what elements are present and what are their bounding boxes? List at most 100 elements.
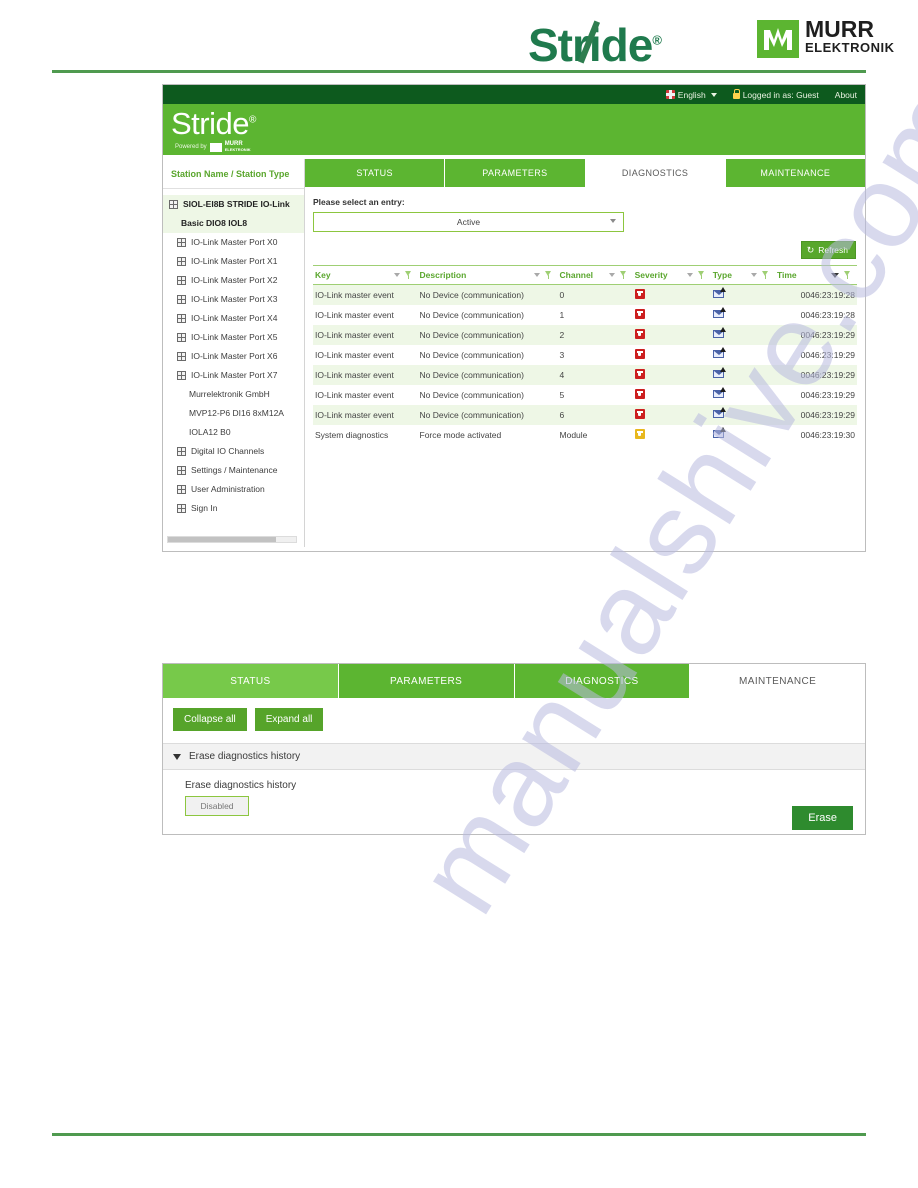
- column-header-severity[interactable]: Severity: [632, 265, 711, 285]
- sidebar-item-port-x1[interactable]: IO-Link Master Port X1: [163, 252, 304, 271]
- table-row[interactable]: IO-Link master event No Device (communic…: [313, 325, 857, 345]
- tab-maintenance[interactable]: MAINTENANCE: [690, 664, 865, 698]
- tab-parameters[interactable]: PARAMETERS: [338, 664, 515, 698]
- sidebar-item-vendor[interactable]: Murrelektronik GmbH: [163, 385, 304, 404]
- entry-select[interactable]: Active: [313, 212, 624, 232]
- filter-icon[interactable]: [844, 271, 851, 279]
- sidebar-item-user-administration[interactable]: User Administration: [163, 480, 304, 499]
- column-header-time[interactable]: Time: [774, 265, 857, 285]
- tab-diagnostics[interactable]: DIAGNOSTICS: [585, 159, 726, 187]
- sidebar-item-digital-io-channels[interactable]: Digital IO Channels: [163, 442, 304, 461]
- table-body: IO-Link master event No Device (communic…: [313, 284, 857, 446]
- cell-key: IO-Link master event: [313, 405, 418, 425]
- language-selector[interactable]: English: [665, 90, 717, 100]
- cell-severity: [633, 305, 711, 325]
- refresh-button[interactable]: ↻ Refresh: [800, 241, 856, 259]
- murr-logo: MURR ELEKTRONIK: [757, 18, 894, 60]
- module-icon: [177, 485, 186, 494]
- sidebar-item-port-x3[interactable]: IO-Link Master Port X3: [163, 290, 304, 309]
- cell-type: [711, 425, 775, 445]
- sidebar-item-device-variant[interactable]: IOLA12 B0: [163, 423, 304, 442]
- sidebar-item-device-model[interactable]: MVP12-P6 DI16 8xM12A: [163, 404, 304, 423]
- accordion-erase-diagnostics-history[interactable]: Erase diagnostics history: [163, 743, 865, 770]
- filter-icon[interactable]: [697, 271, 705, 279]
- sidebar-item-port-x6[interactable]: IO-Link Master Port X6: [163, 347, 304, 366]
- expand-all-button[interactable]: Expand all: [254, 708, 324, 731]
- collapse-all-button[interactable]: Collapse all: [173, 708, 247, 731]
- module-icon: [177, 371, 186, 380]
- tab-diagnostics[interactable]: DIAGNOSTICS: [514, 664, 691, 698]
- column-header-type[interactable]: Type: [710, 265, 775, 285]
- sidebar-item-port-x4[interactable]: IO-Link Master Port X4: [163, 309, 304, 328]
- tab-status[interactable]: STATUS: [163, 664, 339, 698]
- table-header: Key Description Channel Severity Type Ti…: [313, 265, 857, 285]
- cell-channel: Module: [559, 430, 588, 440]
- table-row[interactable]: System diagnostics Force mode activated …: [313, 425, 857, 445]
- erase-button[interactable]: Erase: [792, 806, 853, 830]
- entry-select-value: Active: [456, 217, 481, 227]
- sort-arrow-icon[interactable]: [608, 273, 615, 277]
- accordion-body: Erase diagnostics history Disabled Erase: [163, 770, 865, 830]
- column-label: Type: [712, 270, 732, 280]
- cell-description: No Device (communication): [419, 350, 524, 360]
- cell-channel: 0: [557, 284, 633, 305]
- event-icon: [712, 387, 726, 398]
- sort-arrow-icon[interactable]: [393, 273, 400, 277]
- severity-warning-icon: [634, 429, 645, 439]
- column-header-description[interactable]: Description: [417, 265, 558, 285]
- sidebar-header: Station Name / Station Type: [163, 159, 304, 189]
- tab-label: STATUS: [230, 675, 271, 687]
- sort-arrow-icon[interactable]: [533, 273, 540, 277]
- sidebar-item-settings-maintenance[interactable]: Settings / Maintenance: [163, 461, 304, 480]
- erase-state-field[interactable]: Disabled: [185, 796, 249, 816]
- sidebar-item-port-x7[interactable]: IO-Link Master Port X7: [163, 366, 304, 385]
- erase-button-label: Erase: [808, 812, 837, 824]
- sidebar-item-station-type[interactable]: Basic DIO8 IOL8: [163, 214, 304, 233]
- sidebar-item-sign-in[interactable]: Sign In: [163, 499, 304, 518]
- cell-description: No Device (communication): [419, 310, 524, 320]
- tab-status[interactable]: STATUS: [305, 159, 446, 187]
- sort-arrow-icon[interactable]: [750, 273, 757, 277]
- sort-arrow-icon[interactable]: [831, 272, 839, 278]
- sidebar-item-station-root[interactable]: SIOL-EI8B STRIDE IO-Link: [163, 195, 304, 214]
- cell-severity: [632, 325, 711, 345]
- cell-time: 0046:23:19:28: [800, 310, 855, 320]
- column-header-key[interactable]: Key: [313, 265, 418, 285]
- cell-key: IO-Link master event: [315, 310, 394, 320]
- sidebar-horizontal-scrollbar[interactable]: [167, 536, 297, 543]
- cell-channel: 6: [557, 405, 633, 425]
- sort-arrow-icon[interactable]: [686, 273, 693, 277]
- column-header-channel[interactable]: Channel: [557, 265, 633, 285]
- filter-icon[interactable]: [619, 271, 627, 279]
- filter-icon[interactable]: [544, 271, 552, 279]
- tab-maintenance[interactable]: MAINTENANCE: [725, 159, 865, 187]
- table-row[interactable]: IO-Link master event No Device (communic…: [313, 345, 857, 365]
- table-row[interactable]: IO-Link master event No Device (communic…: [313, 385, 857, 405]
- filter-icon[interactable]: [761, 271, 769, 279]
- powered-by: Powered by MURR ELEKTRONIK: [175, 141, 251, 152]
- screenshot-diagnostics: English Logged in as: Guest About Stride…: [162, 84, 866, 552]
- cell-description: Force mode activated: [419, 430, 502, 440]
- table-row[interactable]: IO-Link master event No Device (communic…: [313, 405, 857, 425]
- login-status[interactable]: Logged in as: Guest: [732, 89, 819, 100]
- sidebar-item-port-x2[interactable]: IO-Link Master Port X2: [163, 271, 304, 290]
- cell-type: [710, 325, 775, 345]
- sidebar-item-port-x5[interactable]: IO-Link Master Port X5: [163, 328, 304, 347]
- sidebar-item-label: Sign In: [191, 503, 218, 513]
- cell-channel: 5: [559, 390, 565, 400]
- scrollbar-thumb[interactable]: [168, 537, 276, 542]
- table-row[interactable]: IO-Link master event No Device (communic…: [313, 284, 857, 305]
- table-row[interactable]: IO-Link master event No Device (communic…: [313, 305, 857, 325]
- about-link[interactable]: About: [835, 90, 857, 100]
- tab-parameters[interactable]: PARAMETERS: [445, 159, 586, 187]
- app-body: Station Name / Station Type SIOL-EI8B ST…: [163, 159, 865, 547]
- filter-icon[interactable]: [404, 271, 412, 279]
- table-row[interactable]: IO-Link master event No Device (communic…: [313, 365, 857, 385]
- cell-severity: [633, 385, 711, 405]
- cell-key: System diagnostics: [315, 430, 389, 440]
- sidebar-item-port-x0[interactable]: IO-Link Master Port X0: [163, 233, 304, 252]
- document-header: Stride® MURR ELEKTRONIK: [0, 0, 918, 72]
- module-icon: [177, 466, 186, 475]
- sidebar-item-label: IO-Link Master Port X6: [191, 351, 278, 361]
- cell-severity: [632, 405, 711, 425]
